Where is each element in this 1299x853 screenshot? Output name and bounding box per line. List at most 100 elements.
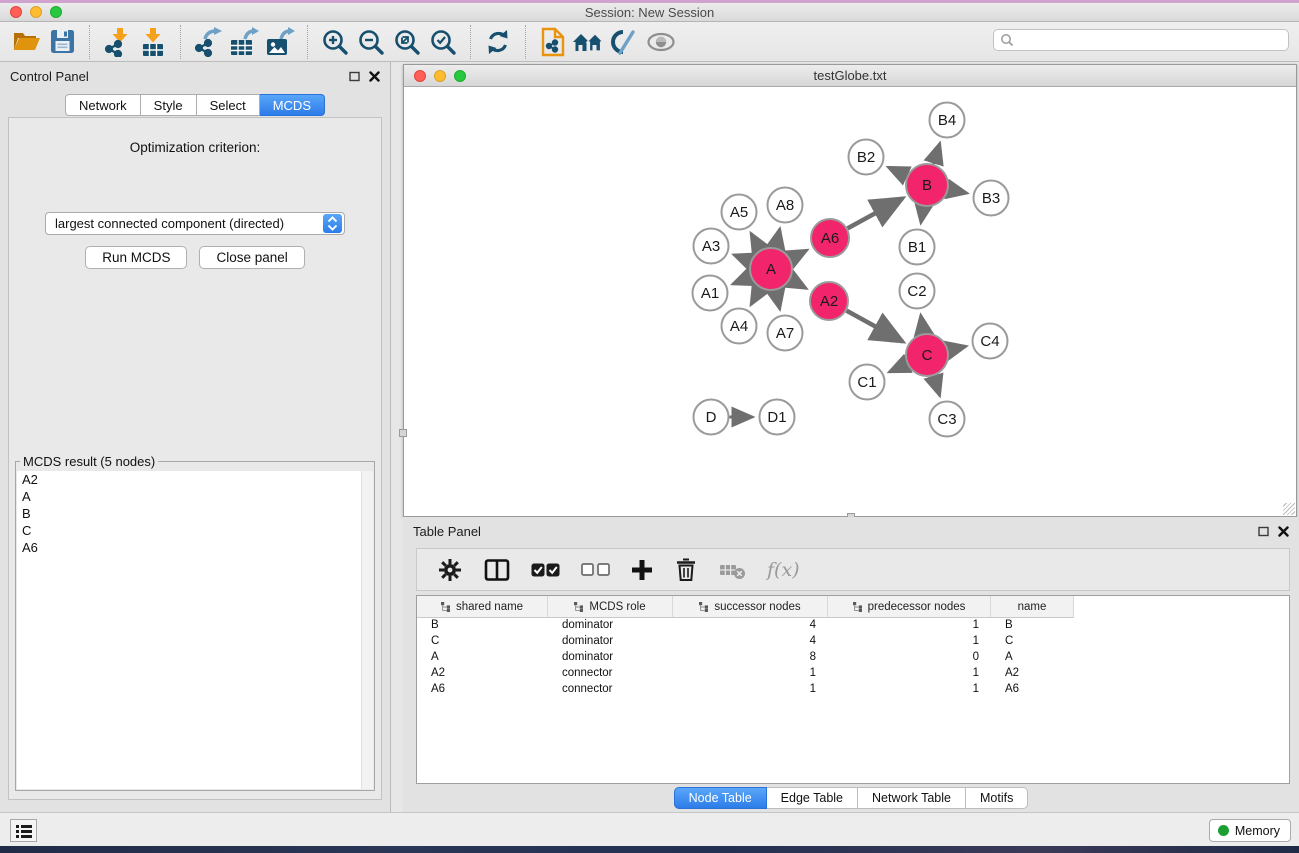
graph-edge-A6-B[interactable] xyxy=(848,198,903,228)
column-header-successor-nodes[interactable]: successor nodes xyxy=(673,596,828,618)
graph-edge-A-A8[interactable] xyxy=(776,229,780,248)
table-cell[interactable]: C xyxy=(991,634,1074,650)
table-row[interactable]: A6connector11A6 xyxy=(417,682,1289,698)
table-cell[interactable]: 4 xyxy=(673,618,828,634)
export-image-button[interactable] xyxy=(262,25,298,59)
column-header-shared-name[interactable]: shared name xyxy=(417,596,548,618)
table-row[interactable]: Cdominator41C xyxy=(417,634,1289,650)
scrollbar-track[interactable] xyxy=(361,471,373,789)
mcds-result-list[interactable]: A2ABCA6 xyxy=(17,471,373,789)
column-header-predecessor-nodes[interactable]: predecessor nodes xyxy=(828,596,991,618)
table-cell[interactable]: connector xyxy=(548,682,673,698)
network-from-file-button[interactable] xyxy=(535,25,571,59)
table-row[interactable]: A2connector11A2 xyxy=(417,666,1289,682)
home-button[interactable] xyxy=(571,25,607,59)
delete-table-button[interactable] xyxy=(719,559,746,581)
tab-motifs[interactable]: Motifs xyxy=(966,787,1028,809)
table-cell[interactable]: A2 xyxy=(991,666,1074,682)
deselect-all-button[interactable] xyxy=(581,563,610,576)
network-window-titlebar[interactable]: testGlobe.txt xyxy=(404,65,1296,87)
table-cell[interactable]: 8 xyxy=(673,650,828,666)
mcds-result-item[interactable]: A2 xyxy=(17,471,373,488)
network-graph[interactable]: ABCA6A2A1A3A4A5A7A8B1B2B3B4C1C2C3C4DD1 xyxy=(404,87,1296,516)
table-cell[interactable]: connector xyxy=(548,666,673,682)
table-cell[interactable]: 1 xyxy=(828,618,991,634)
table-cell[interactable]: 1 xyxy=(673,682,828,698)
zoom-out-button[interactable] xyxy=(353,25,389,59)
zoom-in-button[interactable] xyxy=(317,25,353,59)
graph-edge-A-A7[interactable] xyxy=(776,290,780,309)
table-cell[interactable]: B xyxy=(991,618,1074,634)
tab-edge-table[interactable]: Edge Table xyxy=(767,787,858,809)
tab-network[interactable]: Network xyxy=(65,94,141,116)
column-visibility-button[interactable] xyxy=(484,558,510,582)
table-cell[interactable]: dominator xyxy=(548,634,673,650)
search-input[interactable] xyxy=(1015,31,1288,49)
graph-edge-C-C4[interactable] xyxy=(948,346,966,350)
graph-edge-C-C3[interactable] xyxy=(934,376,940,396)
column-header-name[interactable]: name xyxy=(991,596,1074,618)
export-network-button[interactable] xyxy=(190,25,226,59)
zoom-selected-button[interactable] xyxy=(425,25,461,59)
run-mcds-button[interactable]: Run MCDS xyxy=(85,246,187,269)
float-panel-icon[interactable] xyxy=(1258,526,1269,537)
graph-edge-C-C1[interactable] xyxy=(889,364,907,372)
import-table-button[interactable] xyxy=(135,25,171,59)
table-cell[interactable]: 1 xyxy=(673,666,828,682)
graph-edge-A-A6[interactable] xyxy=(790,250,807,259)
table-options-button[interactable] xyxy=(437,557,463,583)
float-panel-icon[interactable] xyxy=(349,71,360,82)
tab-network-table[interactable]: Network Table xyxy=(858,787,966,809)
table-row[interactable]: Bdominator41B xyxy=(417,618,1289,634)
table-cell[interactable]: 1 xyxy=(828,682,991,698)
open-session-button[interactable] xyxy=(8,25,44,59)
table-cell[interactable]: dominator xyxy=(548,650,673,666)
graph-edge-A-A3[interactable] xyxy=(734,255,751,261)
graph-edge-A-A1[interactable] xyxy=(733,277,751,284)
graph-edge-A-A5[interactable] xyxy=(751,233,760,249)
task-history-button[interactable] xyxy=(10,819,37,842)
refresh-view-button[interactable] xyxy=(480,25,516,59)
mcds-result-item[interactable]: C xyxy=(17,522,373,539)
graph-edge-B-B3[interactable] xyxy=(949,189,967,193)
network-canvas[interactable]: ABCA6A2A1A3A4A5A7A8B1B2B3B4C1C2C3C4DD1 xyxy=(404,87,1296,516)
mcds-result-item[interactable]: A xyxy=(17,488,373,505)
tab-select[interactable]: Select xyxy=(197,94,260,116)
mcds-result-item[interactable]: A6 xyxy=(17,539,373,556)
table-cell[interactable]: dominator xyxy=(548,618,673,634)
graph-edge-B-B4[interactable] xyxy=(933,143,939,164)
zoom-fit-button[interactable] xyxy=(389,25,425,59)
table-cell[interactable]: 1 xyxy=(828,634,991,650)
export-table-button[interactable] xyxy=(226,25,262,59)
graph-edge-C-C2[interactable] xyxy=(921,315,924,333)
function-builder-button[interactable]: f(x) xyxy=(767,559,800,581)
table-cell[interactable]: C xyxy=(417,634,548,650)
delete-column-button[interactable] xyxy=(674,557,698,582)
table-cell[interactable]: A6 xyxy=(417,682,548,698)
criterion-select[interactable]: largest connected component (directed) xyxy=(45,212,345,235)
tab-mcds[interactable]: MCDS xyxy=(260,94,325,116)
table-row[interactable]: Adominator80A xyxy=(417,650,1289,666)
resize-handle-left[interactable] xyxy=(399,429,407,437)
graph-edge-B-B2[interactable] xyxy=(888,167,907,176)
tab-node-table[interactable]: Node Table xyxy=(674,787,767,809)
table-cell[interactable]: 0 xyxy=(828,650,991,666)
annotation-button[interactable] xyxy=(607,25,643,59)
table-cell[interactable]: A2 xyxy=(417,666,548,682)
add-column-button[interactable] xyxy=(631,559,653,581)
graph-edge-A2-C[interactable] xyxy=(847,311,903,342)
graph-edge-B-B1[interactable] xyxy=(921,207,924,223)
column-header-MCDS-role[interactable]: MCDS role xyxy=(548,596,673,618)
close-panel-button[interactable]: Close panel xyxy=(199,246,304,269)
mcds-result-item[interactable]: B xyxy=(17,505,373,522)
tab-style[interactable]: Style xyxy=(141,94,197,116)
table-cell[interactable]: B xyxy=(417,618,548,634)
resize-grip[interactable] xyxy=(1283,503,1295,515)
save-session-button[interactable] xyxy=(44,25,80,59)
toolbar-search[interactable] xyxy=(993,29,1289,51)
close-panel-icon[interactable] xyxy=(1278,526,1289,537)
table-cell[interactable]: A6 xyxy=(991,682,1074,698)
hide-details-button[interactable] xyxy=(643,25,679,59)
select-all-button[interactable] xyxy=(531,563,560,577)
table-cell[interactable]: A xyxy=(991,650,1074,666)
